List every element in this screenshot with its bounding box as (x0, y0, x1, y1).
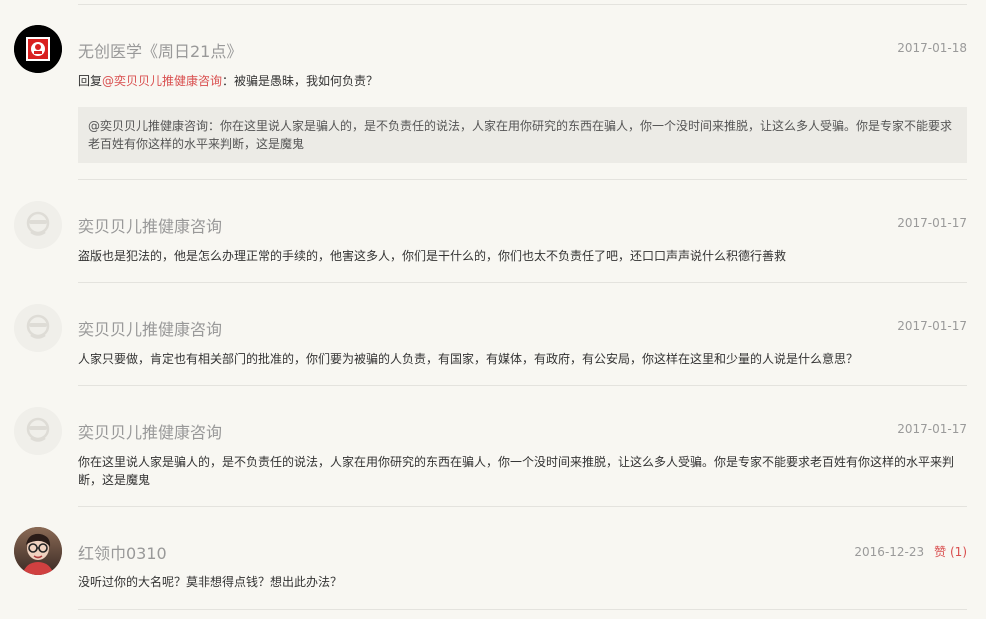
comment-date: 2017-01-17 (897, 319, 967, 333)
top-divider (78, 4, 967, 5)
like-button[interactable]: 赞 (1) (934, 545, 967, 559)
comment-date-text: 2017-01-17 (897, 422, 967, 436)
default-user-avatar-icon[interactable] (14, 304, 62, 352)
reply-text: ：被骗是愚昧，我如何负责？ (222, 74, 379, 88)
quoted-comment: @奕贝贝儿推健康咨询：你在这里说人家是骗人的，是不负责任的说法，人家在用你研究的… (78, 107, 967, 163)
reply-prefix: 回复 (78, 74, 103, 88)
comment-divider (78, 609, 967, 610)
comment-divider (78, 282, 967, 283)
comment-divider (78, 385, 967, 386)
comment-divider (78, 506, 967, 507)
comment-author[interactable]: 奕贝贝儿推健康咨询 (78, 213, 222, 237)
comment-date-text: 2016-12-23 (854, 545, 925, 559)
like-count: (1) (950, 545, 967, 559)
comment-date-text: 2017-01-18 (897, 41, 967, 55)
default-user-avatar-icon[interactable] (14, 201, 62, 249)
comment-author[interactable]: 奕贝贝儿推健康咨询 (78, 419, 222, 443)
comment-text: 人家只要做，肯定也有相关部门的批准的，你们要为被骗的人负责，有国家，有媒体，有政… (78, 352, 859, 366)
like-label: 赞 (934, 545, 947, 559)
logo-avatar-icon[interactable] (14, 25, 62, 73)
comment-author[interactable]: 无创医学《周日21点》 (78, 38, 242, 62)
comment-text: 没听过你的大名呢？莫非想得点钱？想出此办法？ (78, 575, 343, 589)
comment-author[interactable]: 奕贝贝儿推健康咨询 (78, 316, 222, 340)
photo-avatar-icon[interactable] (14, 527, 62, 575)
comment-date: 2017-01-18 (897, 41, 967, 55)
default-user-avatar-icon[interactable] (14, 407, 62, 455)
comment-author[interactable]: 红领巾0310 (78, 540, 167, 564)
comment-date: 2017-01-17 (897, 422, 967, 436)
mention-link[interactable]: @奕贝贝儿推健康咨询 (102, 74, 222, 88)
comment-text: 回复@奕贝贝儿推健康咨询：被骗是愚昧，我如何负责？ (78, 72, 967, 90)
comment-date: 2017-01-17 (897, 216, 967, 230)
comment-divider (78, 179, 967, 180)
comment-meta: 2016-12-23 赞 (1) (854, 543, 967, 560)
comment-date-text: 2017-01-17 (897, 319, 967, 333)
comment-date-text: 2017-01-17 (897, 216, 967, 230)
comment-text: 你在这里说人家是骗人的，是不负责任的说法，人家在用你研究的东西在骗人，你一个没时… (78, 455, 955, 487)
comment-text: 盗版也是犯法的，他是怎么办理正常的手续的，他害这多人，你们是干什么的，你们也太不… (78, 249, 787, 263)
